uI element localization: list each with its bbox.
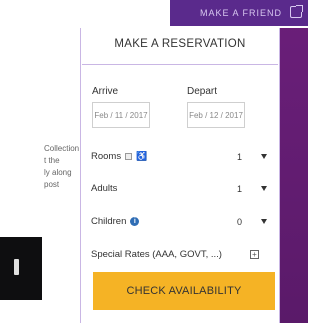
title-divider <box>82 64 278 65</box>
arrive-date-input[interactable]: Feb / 11 / 2017 <box>92 102 150 128</box>
rooms-label: Rooms <box>91 151 122 162</box>
children-row: Children i <box>91 216 140 227</box>
external-link-icon[interactable] <box>290 5 303 18</box>
depart-date-input[interactable]: Feb / 12 / 2017 <box>187 102 245 128</box>
children-select[interactable]: 0 <box>233 213 271 231</box>
children-value: 0 <box>237 217 243 227</box>
chevron-down-icon <box>261 154 267 159</box>
top-banner-label: MAKE A FRIEND <box>199 8 282 18</box>
chevron-down-icon <box>261 186 267 191</box>
device-shape <box>14 259 19 275</box>
arrive-label: Arrive <box>92 86 119 97</box>
expand-plus-icon[interactable]: + <box>250 250 259 259</box>
left-text-line: ly along <box>44 168 72 177</box>
special-rates-row: Special Rates (AAA, GOVT, ...) <box>91 249 222 260</box>
left-description-text: Collection t the ly along post <box>44 143 84 191</box>
left-text-line: post <box>44 180 60 189</box>
device-image <box>0 237 42 300</box>
wheelchair-icon: ♿ <box>136 151 148 161</box>
rooms-value: 1 <box>237 152 243 162</box>
left-text-line: t the <box>44 156 60 165</box>
rooms-row: Rooms ♿ <box>91 151 147 162</box>
info-icon[interactable]: i <box>130 217 140 226</box>
left-text-line: Collection <box>44 144 80 153</box>
check-availability-button[interactable]: CHECK AVAILABILITY <box>93 272 275 310</box>
right-purple-edge <box>280 0 308 323</box>
depart-label: Depart <box>187 86 218 97</box>
chevron-down-icon <box>261 219 267 224</box>
rooms-select[interactable]: 1 <box>233 148 271 166</box>
top-banner[interactable]: MAKE A FRIEND <box>170 0 308 26</box>
adults-select[interactable]: 1 <box>233 180 271 198</box>
adults-value: 1 <box>237 184 243 194</box>
reservation-title: MAKE A RESERVATION <box>114 38 246 50</box>
adults-label: Adults <box>91 183 118 194</box>
special-rates-label[interactable]: Special Rates (AAA, GOVT, ...) <box>91 249 222 260</box>
adults-row: Adults <box>91 183 117 194</box>
children-label: Children <box>91 216 127 227</box>
accessible-checkbox[interactable] <box>125 153 133 160</box>
